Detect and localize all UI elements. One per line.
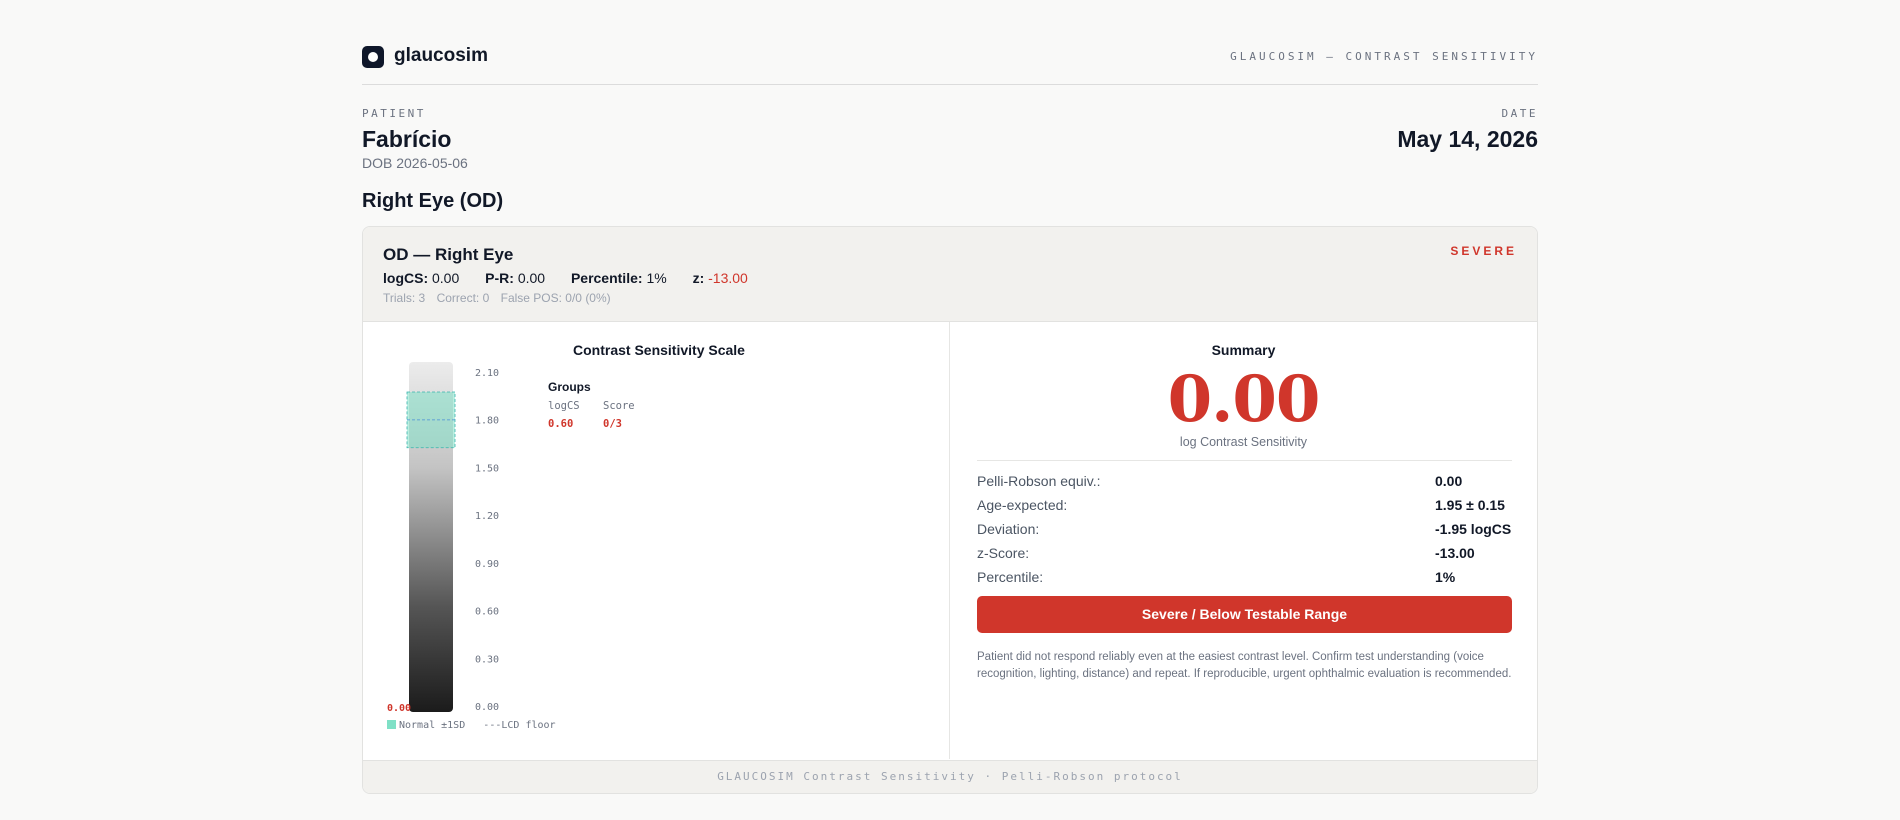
summary-caption: log Contrast Sensitivity	[1179, 435, 1308, 449]
header: glaucosim GLAUCOSIM — CONTRAST SENSITIVI…	[362, 40, 1538, 85]
date-label: DATE	[1501, 107, 1538, 120]
groups-header-logcs: logCS	[548, 400, 580, 412]
date-value: May 14, 2026	[1397, 126, 1538, 152]
trials-count: Trials: 3	[383, 291, 426, 305]
legend-floor: LCD floor	[501, 720, 556, 731]
summary-panel: Summary 0.00 log Contrast Sensitivity Pe…	[950, 322, 1537, 759]
percentile-value: 1%	[646, 270, 667, 286]
tick-label: 0.30	[475, 654, 499, 665]
summary-row-value: 1%	[1435, 569, 1456, 585]
correct-count: Correct: 0	[436, 291, 490, 305]
severity-button[interactable]: Severe / Below Testable Range	[977, 596, 1512, 633]
chart-legend: Normal ±1SD ---LCD floor	[387, 720, 556, 731]
severity-badge: SEVERE	[1450, 244, 1517, 258]
eye-result-card: OD — Right Eye SEVERE logCS: 0.00 P-R: 0…	[362, 226, 1538, 794]
groups-row: 0.60 0/3	[548, 418, 622, 430]
patient-dob: DOB 2026-05-06	[362, 155, 468, 171]
trials-row: Trials: 3 Correct: 0 False POS: 0/0 (0%)	[383, 291, 619, 305]
groups-header-score: Score	[603, 400, 635, 412]
summary-row-label: Age-expected:	[977, 497, 1068, 513]
false-pos-count: False POS: 0/0 (0%)	[500, 291, 611, 305]
contrast-scale-chart: 2.10 1.80 1.50 1.20 0.90 0.60 0.30 0.00 0.00	[387, 362, 499, 714]
tick-label: 0.90	[475, 559, 499, 570]
dashed-line-icon: ---	[483, 720, 502, 731]
divider	[977, 460, 1512, 461]
tick-label: 1.50	[475, 463, 499, 474]
groups-title: Groups	[548, 380, 591, 394]
groups-header: logCS Score	[548, 400, 635, 412]
tick-label: 0.00	[475, 702, 499, 713]
summary-row: Age-expected: 1.95 ± 0.15	[977, 497, 1512, 521]
tick-label: 2.10	[475, 368, 499, 379]
card-header: OD — Right Eye SEVERE logCS: 0.00 P-R: 0…	[363, 227, 1537, 322]
logcs-value: 0.00	[432, 270, 460, 286]
header-title: GLAUCOSIM — CONTRAST SENSITIVITY	[1230, 50, 1538, 63]
summary-big-value: 0.00	[1167, 362, 1321, 437]
normal-swatch-icon	[387, 720, 396, 729]
summary-row-label: Deviation:	[977, 521, 1040, 537]
percentile-label: Percentile:	[570, 270, 643, 286]
group-score: 0/3	[603, 418, 622, 430]
summary-row-label: Percentile:	[977, 569, 1044, 585]
summary-row: Percentile: 1%	[977, 569, 1512, 593]
pr-value: 0.00	[517, 270, 546, 286]
tick-label: 1.20	[475, 511, 499, 522]
tick-label: 0.60	[475, 607, 499, 618]
summary-row-value: 0.00	[1435, 473, 1463, 489]
summary-row: Deviation: -1.95 logCS	[977, 521, 1512, 545]
summary-title: Summary	[1211, 342, 1276, 358]
legend-normal: Normal ±1SD	[399, 720, 466, 731]
summary-row-label: z-Score:	[977, 545, 1030, 561]
logo-icon	[362, 46, 384, 68]
z-value: -13.00	[708, 270, 748, 286]
summary-row-value: -1.95 logCS	[1435, 521, 1512, 537]
logcs-label: logCS:	[383, 270, 429, 286]
chart-title: Contrast Sensitivity Scale	[573, 342, 745, 358]
brand-name: glaucosim	[394, 45, 488, 66]
patient-label: PATIENT	[362, 107, 426, 120]
card-title: OD — Right Eye	[383, 245, 514, 264]
summary-row-label: Pelli-Robson equiv.:	[977, 473, 1101, 489]
group-logcs: 0.60	[548, 418, 574, 430]
card-footer: GLAUCOSIM Contrast Sensitivity · Pelli-R…	[363, 760, 1537, 793]
value-marker-label: 0.00	[387, 703, 411, 714]
z-label: z:	[692, 270, 705, 286]
tick-label: 1.80	[475, 416, 499, 427]
pr-label: P-R:	[485, 270, 514, 286]
summary-row: Pelli-Robson equiv.: 0.00	[977, 473, 1512, 497]
summary-row: z-Score: -13.00	[977, 545, 1512, 569]
eye-section-title: Right Eye (OD)	[362, 190, 504, 212]
scale-panel: Contrast Sensitivity Scale 2.10 1.80 1.50 1…	[363, 322, 950, 759]
metrics-row: logCS: 0.00 P-R: 0.00 Percentile: 1% z: …	[383, 270, 770, 286]
summary-row-value: -13.00	[1435, 545, 1475, 561]
summary-row-value: 1.95 ± 0.15	[1435, 497, 1505, 513]
clinical-note: Patient did not respond reliably even at…	[977, 651, 1512, 680]
patient-name: Fabrício	[362, 126, 452, 152]
